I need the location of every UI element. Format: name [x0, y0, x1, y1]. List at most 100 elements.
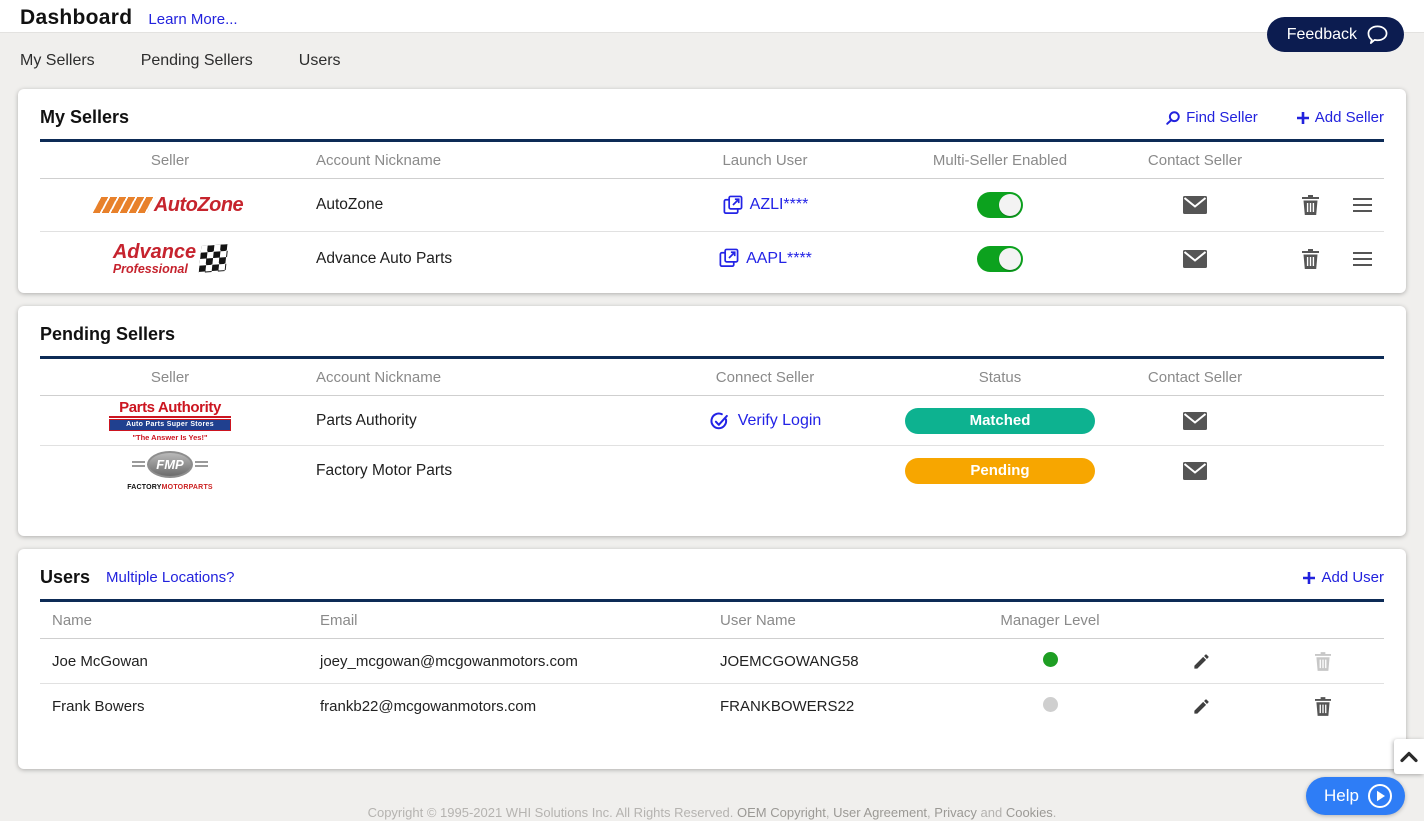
col-user-name: User Name — [710, 612, 960, 629]
delete-seller-button[interactable] — [1302, 195, 1319, 215]
plus-icon — [1296, 111, 1310, 125]
feedback-button[interactable]: Feedback — [1267, 17, 1404, 52]
oem-copyright-link[interactable]: OEM Copyright — [737, 805, 826, 820]
contact-seller-button[interactable] — [1183, 250, 1207, 268]
my-sellers-card: My Sellers Find Seller Add Seller Seller… — [18, 89, 1406, 293]
trash-icon — [1315, 697, 1331, 716]
col-seller: Seller — [151, 152, 189, 169]
table-row: Frank Bowers frankb22@mcgowanmotors.com … — [40, 684, 1384, 729]
fmp-wing — [132, 461, 145, 469]
tab-bar: My Sellers Pending Sellers Users — [0, 33, 1424, 89]
user-email-cell: joey_mcgowan@mcgowanmotors.com — [310, 653, 710, 670]
col-nickname: Account Nickname — [300, 369, 640, 386]
col-contact-seller: Contact Seller — [1148, 152, 1242, 169]
multiple-locations-link[interactable]: Multiple Locations? — [106, 569, 234, 586]
delete-user-button — [1315, 652, 1331, 671]
advance-auto-parts-logo: Advance Professional — [113, 242, 227, 276]
feedback-label: Feedback — [1287, 26, 1357, 44]
launch-user-link[interactable]: AAPL**** — [718, 248, 812, 269]
autozone-logo: AutoZone — [97, 194, 243, 217]
user-username-cell: JOEMCGOWANG58 — [710, 653, 960, 670]
tab-pending-sellers[interactable]: Pending Sellers — [141, 52, 253, 70]
launch-user-link[interactable]: AZLI**** — [722, 195, 809, 216]
my-sellers-title: My Sellers — [40, 107, 129, 128]
mail-icon — [1183, 412, 1207, 430]
manager-level-indicator — [1043, 697, 1058, 712]
checkered-flag-icon — [199, 244, 229, 273]
col-status: Status — [979, 369, 1022, 386]
fmp-wing — [195, 461, 208, 469]
delete-user-button[interactable] — [1315, 697, 1331, 716]
col-email: Email — [310, 612, 710, 629]
trash-icon — [1302, 249, 1319, 269]
cookies-link[interactable]: Cookies — [1006, 805, 1053, 820]
pencil-icon — [1192, 697, 1211, 716]
table-row: Parts Authority Auto Parts Super Stores … — [40, 396, 1384, 446]
col-manager-level: Manager Level — [1000, 612, 1099, 629]
privacy-link[interactable]: Privacy — [934, 805, 977, 820]
toggle-knob — [999, 248, 1021, 270]
find-seller-button[interactable]: Find Seller — [1165, 109, 1258, 126]
table-row: AutoZone AutoZone AZLI**** — [40, 179, 1384, 232]
tab-users[interactable]: Users — [299, 52, 341, 70]
speech-bubble-icon — [1366, 24, 1389, 45]
mail-icon — [1183, 196, 1207, 214]
factory-motor-parts-logo: FMP FACTORYMOTORPARTS — [127, 451, 213, 491]
multi-seller-toggle[interactable] — [977, 192, 1023, 218]
plus-icon — [1302, 571, 1316, 585]
external-link-icon — [718, 248, 739, 269]
pending-sellers-header-row: Seller Account Nickname Connect Seller S… — [40, 359, 1384, 396]
edit-user-button[interactable] — [1192, 652, 1211, 671]
toggle-knob — [999, 194, 1021, 216]
row-menu-icon[interactable] — [1353, 198, 1372, 212]
edit-user-button[interactable] — [1192, 697, 1211, 716]
tab-my-sellers[interactable]: My Sellers — [20, 52, 95, 70]
parts-authority-logo: Parts Authority Auto Parts Super Stores … — [109, 400, 231, 442]
verify-login-link[interactable]: Verify Login — [709, 410, 822, 432]
user-username-cell: FRANKBOWERS22 — [710, 698, 960, 715]
mail-icon — [1183, 250, 1207, 268]
scroll-to-top-button[interactable] — [1394, 739, 1424, 774]
status-badge: Pending — [905, 458, 1095, 484]
add-user-button[interactable]: Add User — [1302, 569, 1384, 586]
page-title: Dashboard — [20, 6, 132, 30]
manager-level-indicator — [1043, 652, 1058, 667]
contact-seller-button[interactable] — [1183, 412, 1207, 430]
mail-icon — [1183, 462, 1207, 480]
add-seller-button[interactable]: Add Seller — [1296, 109, 1384, 126]
col-launch-user: Launch User — [722, 152, 807, 169]
account-nickname: Factory Motor Parts — [300, 462, 640, 480]
multi-seller-toggle[interactable] — [977, 246, 1023, 272]
user-agreement-link[interactable]: User Agreement — [833, 805, 927, 820]
contact-seller-button[interactable] — [1183, 462, 1207, 480]
table-row: FMP FACTORYMOTORPARTS Factory Motor Part… — [40, 446, 1384, 496]
account-nickname: Parts Authority — [300, 412, 640, 430]
col-contact-seller: Contact Seller — [1148, 369, 1242, 386]
my-sellers-header-row: Seller Account Nickname Launch User Mult… — [40, 142, 1384, 179]
row-menu-icon[interactable] — [1353, 252, 1372, 266]
user-email-cell: frankb22@mcgowanmotors.com — [310, 698, 710, 715]
col-connect-seller: Connect Seller — [716, 369, 814, 386]
col-nickname: Account Nickname — [300, 152, 640, 169]
users-card: Users Multiple Locations? Add User Name … — [18, 549, 1406, 769]
help-button[interactable]: Help — [1306, 777, 1405, 815]
delete-seller-button[interactable] — [1302, 249, 1319, 269]
footer-copyright: Copyright © 1995-2021 WHI Solutions Inc.… — [0, 805, 1424, 820]
account-nickname: AutoZone — [300, 196, 640, 214]
pending-sellers-card: Pending Sellers Seller Account Nickname … — [18, 306, 1406, 536]
trash-icon — [1302, 195, 1319, 215]
table-row: Joe McGowan joey_mcgowan@mcgowanmotors.c… — [40, 639, 1384, 684]
status-badge: Matched — [905, 408, 1095, 434]
learn-more-link[interactable]: Learn More... — [148, 11, 237, 28]
contact-seller-button[interactable] — [1183, 196, 1207, 214]
autozone-stripes — [93, 197, 156, 213]
users-header-row: Name Email User Name Manager Level — [40, 602, 1384, 639]
trash-icon — [1315, 652, 1331, 671]
external-link-icon — [722, 195, 743, 216]
search-icon — [1165, 110, 1181, 126]
col-name: Name — [40, 612, 310, 629]
top-bar: Dashboard Learn More... — [0, 0, 1424, 33]
check-circle-icon — [709, 410, 731, 432]
chevron-up-icon — [1399, 750, 1419, 763]
play-circle-icon — [1367, 783, 1393, 809]
